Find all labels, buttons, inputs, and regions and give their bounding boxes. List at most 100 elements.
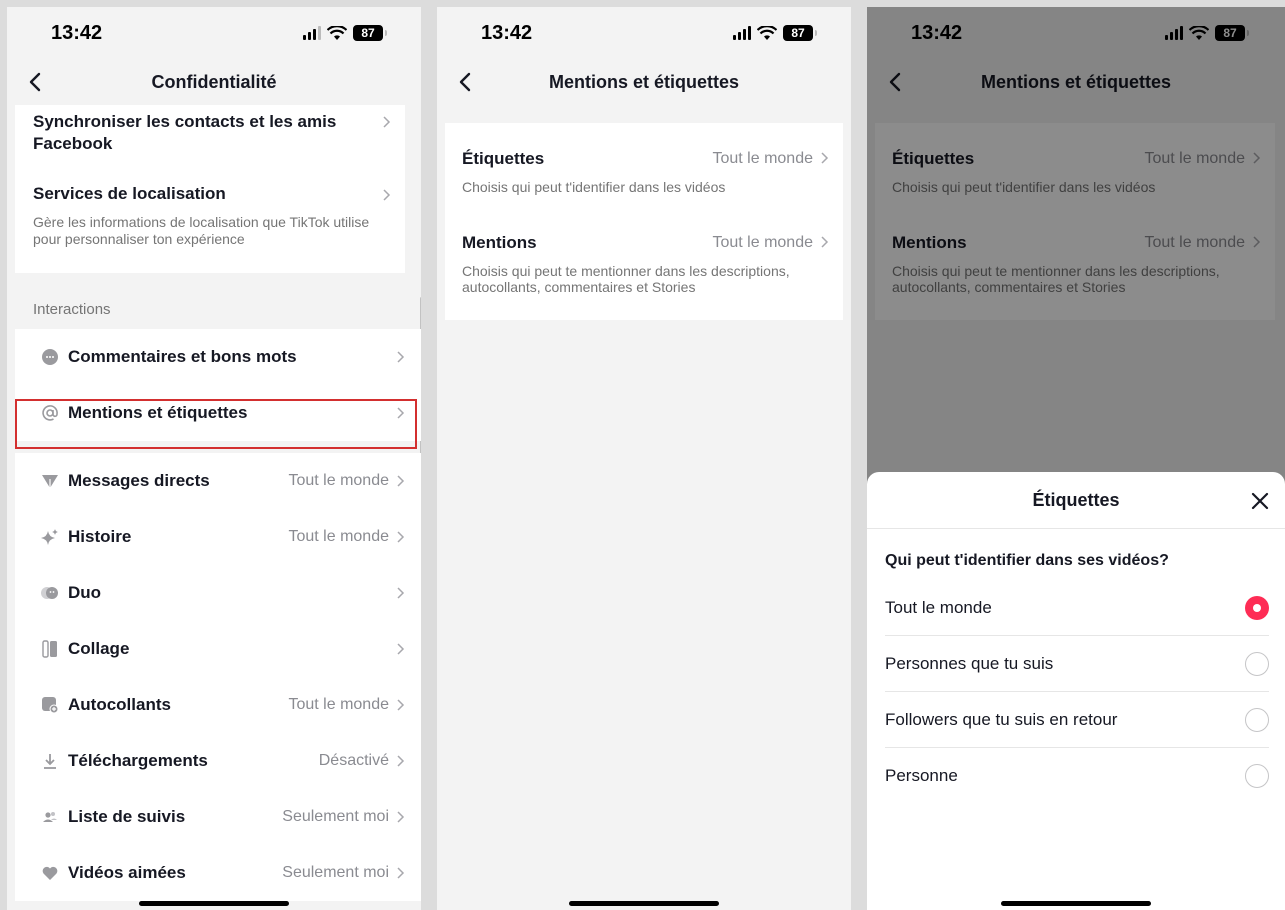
signal-icon bbox=[733, 26, 751, 40]
tags-label: Étiquettes bbox=[462, 149, 545, 168]
stickers-row[interactable]: Autocollants Tout le monde bbox=[15, 677, 421, 733]
comment-bubble-icon bbox=[42, 349, 58, 365]
status-bar: 13:42 87 bbox=[437, 7, 851, 59]
story-row[interactable]: Histoire Tout le monde bbox=[15, 509, 421, 565]
chevron-right-icon bbox=[397, 531, 405, 543]
wifi-icon bbox=[757, 25, 777, 40]
chevron-right-icon bbox=[397, 351, 405, 363]
mentions-description: Choisis qui peut te mentionner dans les … bbox=[462, 263, 790, 295]
tags-description: Choisis qui peut t'identifier dans les v… bbox=[462, 179, 726, 195]
option-mutual-followers[interactable]: Followers que tu suis en retour bbox=[885, 692, 1269, 748]
chevron-right-icon bbox=[821, 152, 829, 164]
direct-messages-label: Messages directs bbox=[68, 471, 210, 490]
battery-icon: 87 bbox=[353, 25, 387, 41]
chevron-right-icon bbox=[397, 811, 405, 823]
status-time: 13:42 bbox=[51, 22, 103, 44]
home-indicator bbox=[139, 901, 289, 906]
liked-videos-label: Vidéos aimées bbox=[68, 863, 186, 882]
send-icon bbox=[42, 475, 58, 488]
liked-videos-value: Seulement moi bbox=[282, 864, 389, 881]
radio-selected-icon[interactable] bbox=[1245, 596, 1269, 620]
downloads-row[interactable]: Téléchargements Désactivé bbox=[15, 733, 421, 789]
page-title: Confidentialité bbox=[151, 72, 277, 92]
comments-label: Commentaires et bons mots bbox=[68, 347, 297, 366]
mentions-setting-item[interactable]: Mentions Tout le monde Choisis qui peut … bbox=[445, 215, 843, 315]
nav-bar: Mentions et étiquettes bbox=[437, 59, 851, 107]
chevron-right-icon bbox=[383, 116, 391, 128]
status-bar: 13:42 87 bbox=[7, 7, 421, 59]
option-everyone[interactable]: Tout le monde bbox=[885, 580, 1269, 636]
home-indicator bbox=[569, 901, 719, 906]
following-list-row[interactable]: Liste de suivis Seulement moi bbox=[15, 789, 421, 845]
chevron-right-icon bbox=[397, 699, 405, 711]
radio-unselected-icon[interactable] bbox=[1245, 708, 1269, 732]
sync-contacts-item[interactable]: Synchroniser les contacts et les amis Fa… bbox=[33, 111, 365, 155]
divider bbox=[867, 528, 1285, 529]
mentions-tags-screen: 13:42 87 Mentions et étiquettes Étiquett… bbox=[437, 7, 851, 910]
sync-contacts-label: Synchroniser les contacts et les amis Fa… bbox=[33, 112, 337, 153]
location-services-label: Services de localisation bbox=[33, 184, 226, 203]
stitch-icon bbox=[42, 640, 57, 658]
stitch-label: Collage bbox=[68, 639, 130, 658]
chevron-right-icon bbox=[821, 236, 829, 248]
mentions-value: Tout le monde bbox=[712, 234, 813, 251]
option-people-you-follow[interactable]: Personnes que tu suis bbox=[885, 636, 1269, 692]
following-list-label: Liste de suivis bbox=[68, 807, 186, 826]
page-title: Mentions et étiquettes bbox=[548, 72, 740, 92]
highlight-box bbox=[15, 399, 417, 449]
signal-icon bbox=[303, 26, 321, 40]
stitch-row[interactable]: Collage bbox=[15, 621, 421, 677]
tags-bottom-sheet: Étiquettes Qui peut t'identifier dans se… bbox=[867, 472, 1285, 910]
chevron-right-icon bbox=[397, 475, 405, 487]
story-label: Histoire bbox=[68, 527, 132, 546]
close-icon[interactable] bbox=[1251, 492, 1269, 510]
radio-unselected-icon[interactable] bbox=[1245, 764, 1269, 788]
chevron-right-icon bbox=[397, 587, 405, 599]
sticker-icon bbox=[42, 697, 59, 714]
direct-messages-value: Tout le monde bbox=[288, 472, 389, 489]
option-label: Personne bbox=[885, 766, 958, 785]
section-header: Interactions bbox=[33, 301, 111, 318]
status-time: 13:42 bbox=[481, 22, 533, 44]
following-list-icon bbox=[43, 812, 57, 822]
story-value: Tout le monde bbox=[288, 528, 389, 545]
duet-row[interactable]: Duo bbox=[15, 565, 421, 621]
chevron-right-icon bbox=[383, 189, 391, 201]
direct-messages-row[interactable]: Messages directs Tout le monde bbox=[15, 453, 421, 509]
stickers-label: Autocollants bbox=[68, 695, 171, 714]
following-list-value: Seulement moi bbox=[282, 808, 389, 825]
comments-row[interactable]: Commentaires et bons mots bbox=[15, 329, 421, 385]
stickers-value: Tout le monde bbox=[288, 696, 389, 713]
privacy-screen: 13:42 87 Confidentialité Synchroniser le… bbox=[7, 7, 421, 910]
location-services-description: Gère les informations de localisation qu… bbox=[33, 214, 370, 247]
option-label: Tout le monde bbox=[885, 598, 992, 617]
wifi-icon bbox=[327, 25, 347, 40]
sparkle-icon bbox=[41, 529, 58, 545]
nav-bar: Confidentialité bbox=[7, 59, 421, 107]
option-label: Followers que tu suis en retour bbox=[885, 710, 1118, 729]
downloads-value: Désactivé bbox=[318, 752, 389, 769]
option-no-one[interactable]: Personne bbox=[885, 748, 1269, 804]
home-indicator bbox=[1001, 901, 1151, 906]
liked-videos-row[interactable]: Vidéos aimées Seulement moi bbox=[15, 845, 421, 901]
duet-icon bbox=[41, 587, 58, 599]
battery-icon: 87 bbox=[783, 25, 817, 41]
heart-icon bbox=[42, 866, 58, 880]
tags-sheet-screen: 13:42 87 Mentions et étiquettes Étiquett… bbox=[867, 7, 1285, 910]
chevron-right-icon bbox=[397, 755, 405, 767]
interactions-list: Commentaires et bons mots Mentions et ét… bbox=[15, 329, 421, 910]
sheet-question: Qui peut t'identifier dans ses vidéos? bbox=[885, 552, 1169, 569]
radio-unselected-icon[interactable] bbox=[1245, 652, 1269, 676]
option-label: Personnes que tu suis bbox=[885, 654, 1054, 673]
tags-value: Tout le monde bbox=[712, 150, 813, 167]
sheet-title: Étiquettes bbox=[1032, 490, 1120, 510]
chevron-right-icon bbox=[397, 643, 405, 655]
downloads-label: Téléchargements bbox=[68, 751, 208, 770]
location-services-item[interactable]: Services de localisation Gère les inform… bbox=[33, 184, 385, 248]
duet-label: Duo bbox=[68, 583, 102, 602]
mentions-tags-card: Étiquettes Tout le monde Choisis qui peu… bbox=[445, 123, 843, 320]
download-icon bbox=[44, 754, 56, 769]
settings-card-top: Synchroniser les contacts et les amis Fa… bbox=[15, 105, 405, 273]
mentions-label: Mentions bbox=[462, 233, 537, 252]
tags-setting-item[interactable]: Étiquettes Tout le monde Choisis qui peu… bbox=[445, 123, 843, 207]
